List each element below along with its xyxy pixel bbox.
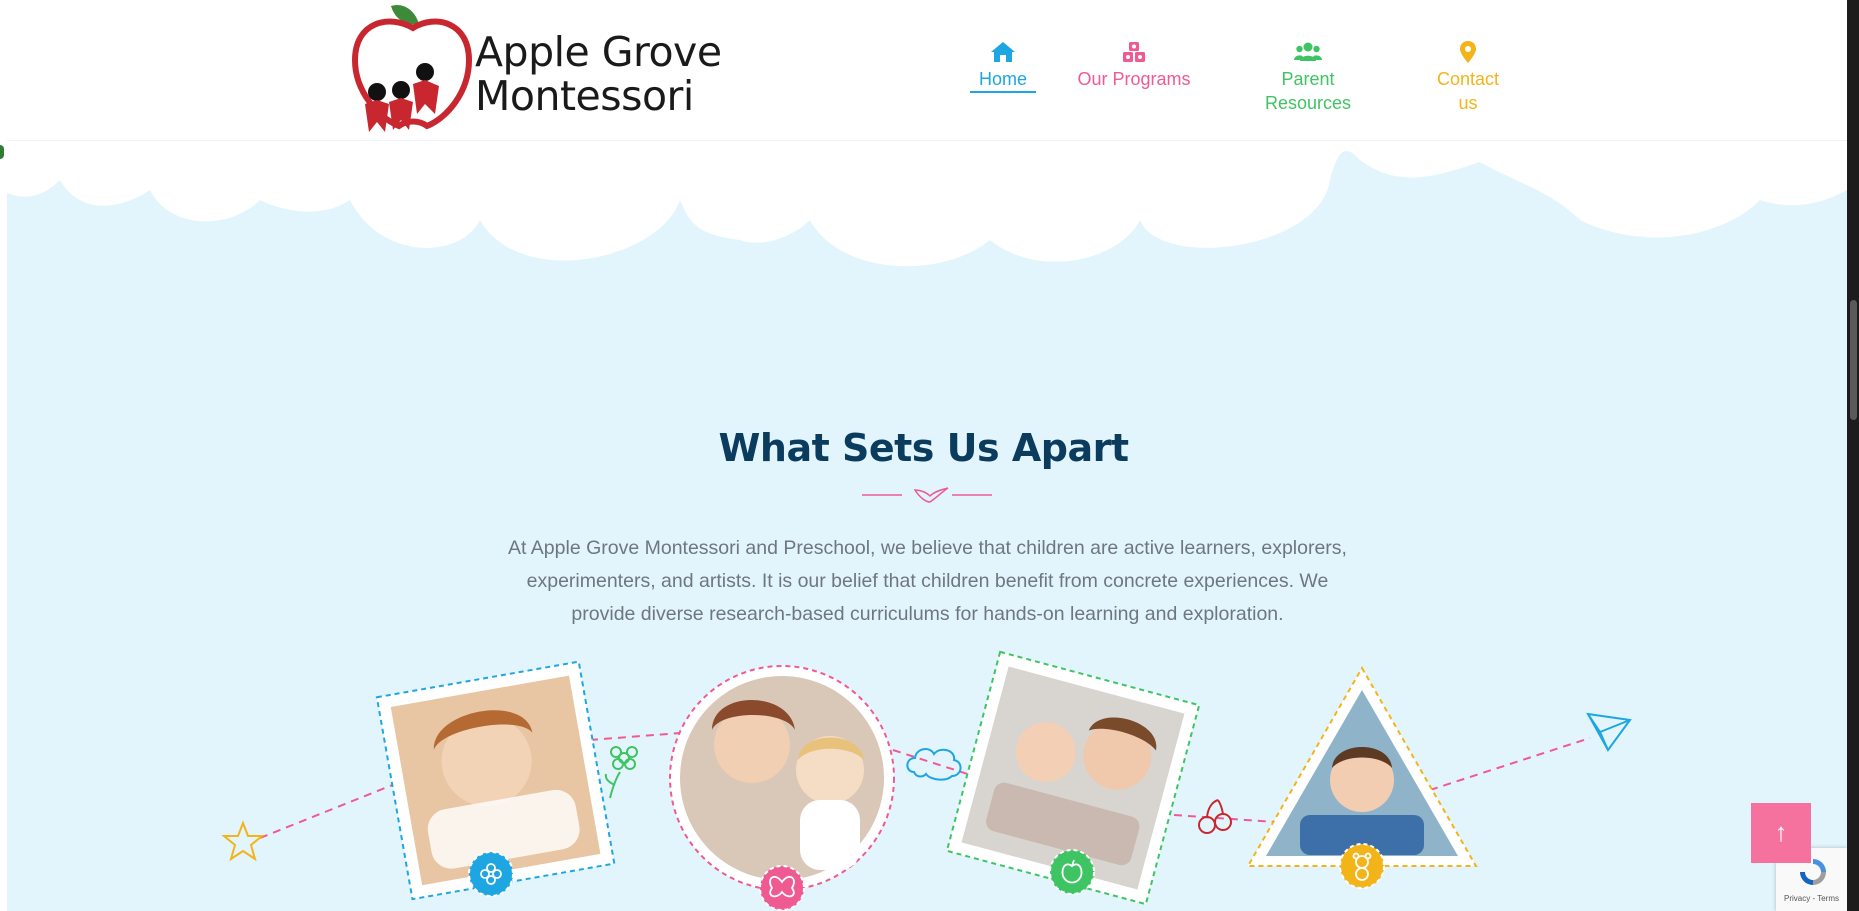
brand-name[interactable]: Apple Grove Montessori xyxy=(475,30,722,118)
nav-item-parent-resources-label: Parent Resources xyxy=(1264,69,1352,113)
nav-item-our-programs-label: Our Programs xyxy=(1077,69,1191,89)
nav-item-parent-resources[interactable]: Parent Resources xyxy=(1238,40,1378,113)
nav-item-our-programs[interactable]: Our Programs xyxy=(1073,40,1195,100)
brand-name-line2: Montessori xyxy=(475,72,694,120)
site-header: Apple Grove Montessori Home Our Programs xyxy=(7,0,1847,141)
nav-item-home-label: Home xyxy=(970,67,1036,93)
home-icon xyxy=(991,42,1015,62)
apple-badge-icon xyxy=(1049,849,1095,895)
side-indicator xyxy=(0,145,4,159)
flower-doodle-icon xyxy=(604,746,638,799)
nav-item-contact-us-label: Contact us xyxy=(1436,69,1500,113)
section-title: What Sets Us Apart xyxy=(718,426,1129,470)
section-intro: At Apple Grove Montessori and Preschool,… xyxy=(508,537,1347,625)
teddy-bear-badge-icon xyxy=(1339,843,1385,889)
flower-badge-icon xyxy=(468,851,514,897)
recaptcha-links[interactable]: Privacy - Terms xyxy=(1776,894,1847,903)
butterfly-badge-icon xyxy=(759,865,805,911)
leaf-divider-icon xyxy=(862,487,992,503)
apple-logo-icon[interactable] xyxy=(343,0,483,140)
nav-item-home[interactable]: Home xyxy=(970,40,1036,100)
paper-plane-icon xyxy=(1586,712,1632,752)
cloud-doodle-icon xyxy=(906,748,962,781)
nav-item-contact-us[interactable]: Contact us xyxy=(1425,40,1511,113)
blocks-icon xyxy=(1123,42,1145,62)
page: Apple Grove Montessori Home Our Programs xyxy=(0,0,1847,911)
features-decoration xyxy=(221,650,1632,911)
page-left-edge xyxy=(0,0,7,911)
brand-name-line1: Apple Grove xyxy=(475,28,722,76)
map-pin-icon xyxy=(1460,41,1476,63)
back-to-top-button[interactable]: ↑ xyxy=(1751,803,1811,863)
users-icon xyxy=(1294,42,1322,61)
scrollbar-thumb[interactable] xyxy=(1850,300,1857,420)
star-icon xyxy=(221,820,265,862)
cloud-divider xyxy=(0,140,1847,267)
vertical-scrollbar[interactable] xyxy=(1847,0,1859,911)
